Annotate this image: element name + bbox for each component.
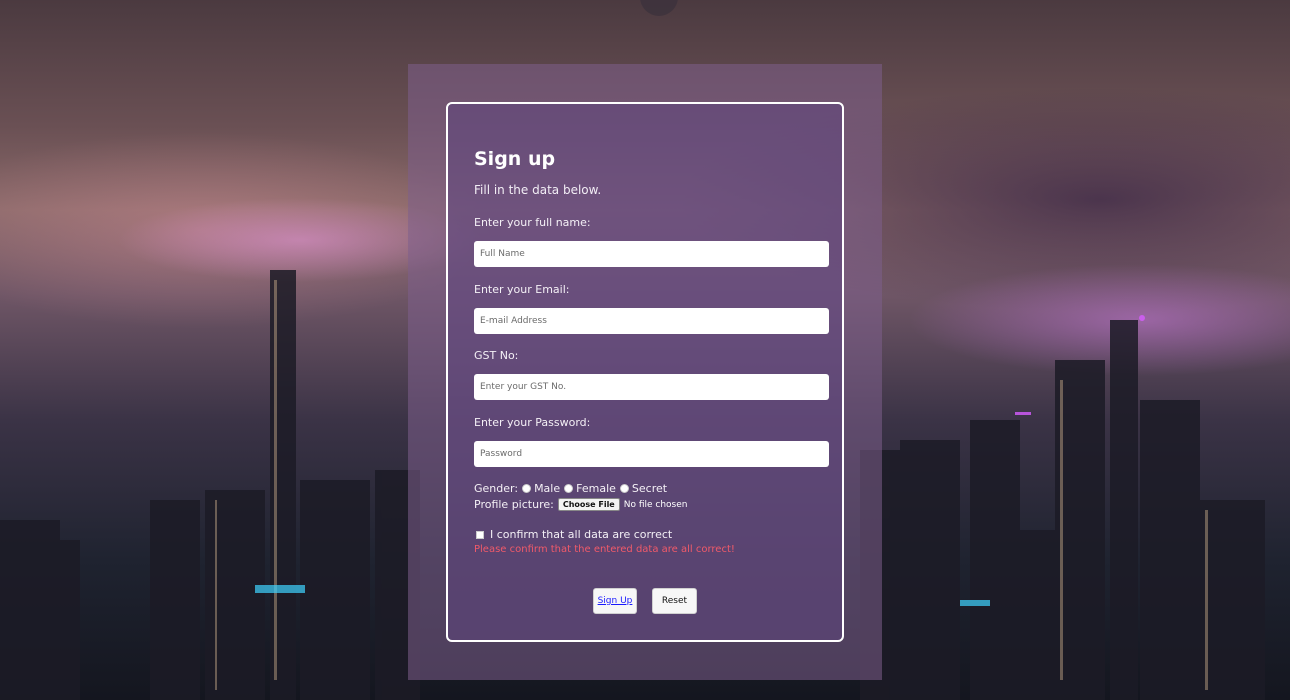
gender-female-label: Female — [576, 482, 616, 495]
confirm-label: I confirm that all data are correct — [490, 528, 673, 541]
gst-input[interactable] — [474, 374, 829, 400]
profile-row: Profile picture: Choose File No file cho… — [474, 498, 688, 511]
fullname-input[interactable] — [474, 241, 829, 267]
password-input[interactable] — [474, 441, 829, 467]
confirm-error-message: Please confirm that the entered data are… — [474, 544, 735, 555]
form-subtitle: Fill in the data below. — [474, 183, 602, 197]
gender-male-label: Male — [534, 482, 561, 495]
gender-secret-label: Secret — [631, 482, 668, 495]
choose-file-button[interactable]: Choose File — [557, 498, 620, 511]
gender-secret-radio[interactable] — [619, 484, 629, 493]
fullname-label: Enter your full name: — [474, 216, 591, 229]
file-status-text: No file chosen — [623, 499, 688, 510]
confirm-checkbox[interactable] — [476, 530, 484, 539]
form-title: Sign up — [474, 148, 556, 170]
confirm-row: I confirm that all data are correct — [474, 528, 672, 541]
reset-button[interactable]: Reset — [652, 588, 697, 614]
email-label: Enter your Email: — [474, 283, 570, 296]
gender-female-radio[interactable] — [564, 484, 574, 493]
profile-label: Profile picture: — [474, 498, 554, 511]
gender-label: Gender: — [474, 482, 519, 495]
gender-male-radio[interactable] — [522, 484, 532, 493]
signup-button[interactable]: Sign Up — [593, 588, 637, 614]
email-input[interactable] — [474, 308, 829, 334]
gst-label: GST No: — [474, 349, 519, 362]
password-label: Enter your Password: — [474, 416, 591, 429]
gender-row: Gender: Male Female Secret — [474, 482, 667, 495]
